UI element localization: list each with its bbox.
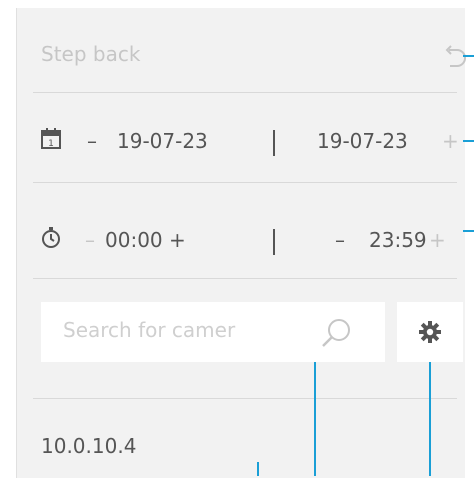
search-icon[interactable] — [319, 316, 353, 350]
divider — [33, 398, 457, 399]
date-end-increment-button[interactable]: + — [442, 129, 459, 153]
callout-line — [429, 362, 431, 476]
time-start-increment-button[interactable]: + — [169, 228, 186, 252]
divider — [33, 278, 457, 279]
divider — [33, 182, 457, 183]
time-end-decrement-button[interactable]: – — [335, 228, 345, 252]
callout-line — [314, 362, 316, 476]
undo-icon[interactable] — [441, 44, 471, 72]
time-start-value[interactable]: 00:00 — [105, 228, 163, 252]
callout-line — [463, 55, 474, 57]
stopwatch-icon[interactable] — [41, 227, 61, 249]
svg-text:1: 1 — [48, 139, 54, 149]
time-range-separator — [273, 229, 275, 255]
date-range-separator — [273, 130, 275, 156]
date-end-value[interactable]: 19-07-23 — [317, 129, 408, 153]
camera-search-input[interactable] — [63, 318, 283, 342]
time-range-row: – 00:00 + – 23:59 + — [17, 215, 467, 267]
callout-line — [463, 230, 474, 232]
callout-line — [463, 140, 474, 142]
step-back-label[interactable]: Step back — [41, 42, 140, 66]
step-back-row[interactable]: Step back — [17, 34, 467, 78]
timeline-filter-panel: Step back 1 – 19-07-23 19-07-23 + – 00:0… — [16, 8, 467, 478]
time-start-decrement-button[interactable]: – — [85, 228, 95, 252]
time-end-value[interactable]: 23:59 — [369, 228, 427, 252]
time-end-increment-button[interactable]: + — [429, 228, 446, 252]
settings-button[interactable] — [397, 302, 463, 362]
camera-search-box — [41, 302, 385, 362]
callout-line — [257, 462, 259, 476]
divider — [33, 92, 457, 93]
date-start-value[interactable]: 19-07-23 — [117, 129, 208, 153]
calendar-icon[interactable]: 1 — [41, 128, 61, 150]
camera-list-item[interactable]: 10.0.10.4 — [41, 434, 136, 458]
gear-icon — [419, 321, 441, 343]
date-range-row: 1 – 19-07-23 19-07-23 + — [17, 116, 467, 168]
date-start-decrement-button[interactable]: – — [87, 129, 97, 153]
